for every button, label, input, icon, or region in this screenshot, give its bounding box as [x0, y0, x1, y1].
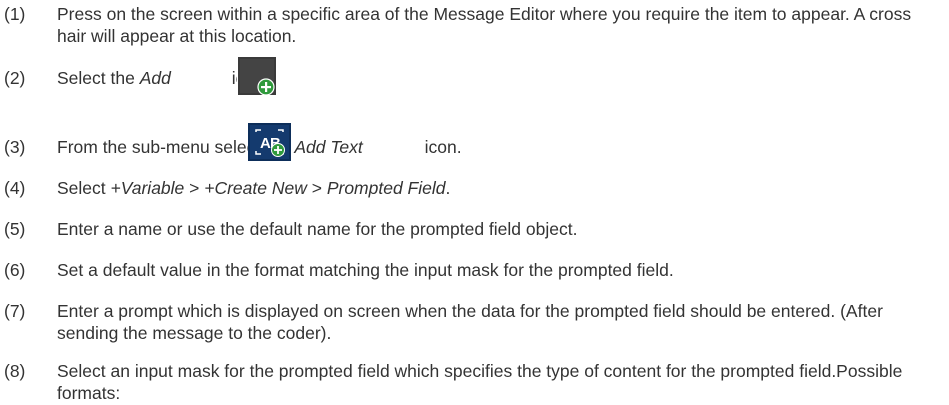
step-text: Select +Variable > +Create New > Prompte… [57, 177, 942, 199]
add-text-icon: A B [248, 123, 291, 161]
variable-term: +Variable [110, 178, 185, 198]
separator: > [306, 178, 327, 198]
step-number: (7) [4, 301, 26, 321]
separator: > [184, 178, 205, 198]
add-icon [237, 56, 277, 96]
step-number: (2) [4, 68, 26, 88]
step-text: Enter a prompt which is displayed on scr… [57, 301, 883, 343]
create-new-term: +Create New [204, 178, 307, 198]
add-text-term: Add Text [294, 137, 363, 157]
add-term: Add [139, 68, 171, 88]
step-text-lead: Select [57, 178, 111, 198]
step-text: Enter a name or use the default name for… [57, 219, 578, 239]
step-number: (3) [4, 137, 26, 157]
period: . [445, 178, 451, 198]
step-text: Select an input mask for the prompted fi… [57, 361, 903, 403]
step-number: (5) [4, 219, 26, 239]
step-text-tail: icon. [419, 137, 462, 157]
step-text: Set a default value in the format matchi… [57, 260, 674, 280]
step-number: (1) [4, 4, 26, 24]
step-number: (8) [4, 361, 26, 381]
step-text: Select the Add icon. [57, 67, 942, 89]
step-text-lead: Select the [57, 68, 140, 88]
step-text: Press on the screen within a specific ar… [57, 4, 912, 46]
step-number: (6) [4, 260, 26, 280]
step-number: (4) [4, 178, 26, 198]
step-text: From the sub-menu select the Add Text ic… [57, 136, 942, 158]
prompted-field-term: Prompted Field [326, 178, 446, 198]
